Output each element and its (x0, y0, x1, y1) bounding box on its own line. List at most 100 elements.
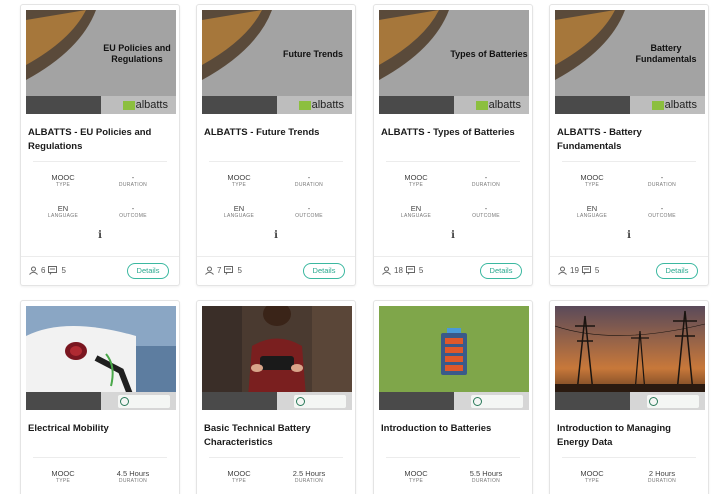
duration-meta: - DURATION (294, 173, 324, 188)
duration-meta: 4.5 Hours DURATION (116, 469, 150, 484)
thumbnail-overlay-title: Battery Fundamentals (635, 43, 697, 64)
course-card[interactable]: Basic Technical Battery Characteristics … (196, 300, 356, 494)
divider (386, 161, 520, 162)
card-stats: 6 5 (29, 266, 66, 275)
course-thumbnail[interactable] (26, 306, 176, 410)
type-meta: MOOC TYPE (51, 469, 75, 484)
thumbnail-overlay-title: EU Policies and Regulations (103, 43, 171, 64)
course-card[interactable]: Introduction to Managing Energy Data MOO… (549, 300, 709, 494)
albatts-logo: albatts (298, 99, 344, 111)
info-icon[interactable]: i (197, 230, 355, 241)
course-card[interactable]: Introduction to Batteries MOOC TYPE 5.5 H… (373, 300, 533, 494)
course-card[interactable]: Electrical Mobility MOOC TYPE 4.5 Hours DU… (20, 300, 180, 494)
course-title[interactable]: Basic Technical Battery Characteristics (204, 422, 349, 450)
details-button[interactable]: Details (127, 263, 169, 279)
energy-logo (647, 395, 699, 408)
card-stats: 18 5 (382, 266, 423, 275)
albatts-logo: albatts (122, 99, 168, 111)
divider (197, 256, 355, 257)
modules-count: 5 (237, 266, 242, 275)
modules-count: 5 (418, 266, 424, 275)
users-icon (382, 266, 391, 275)
energy-logo (294, 395, 346, 408)
users-icon (205, 266, 214, 275)
course-card[interactable]: Future Trends albatts ALBATTS - Future T… (196, 4, 356, 286)
duration-meta: 2 Hours DURATION (647, 469, 677, 484)
modules-icon (581, 266, 591, 275)
duration-meta: - DURATION (647, 173, 677, 188)
divider (562, 161, 696, 162)
course-thumbnail[interactable] (555, 306, 705, 410)
type-meta: MOOC TYPE (227, 469, 251, 484)
course-thumbnail[interactable]: Types of Batteries albatts (379, 10, 529, 114)
outcome-meta: - OUTCOME (295, 204, 323, 219)
users-count: 19 (570, 266, 579, 275)
modules-count: 5 (594, 266, 600, 275)
albatts-logo: albatts (475, 99, 521, 111)
course-title[interactable]: Electrical Mobility (28, 422, 173, 436)
course-thumbnail[interactable]: Future Trends albatts (202, 10, 352, 114)
course-card[interactable]: Types of Batteries albatts ALBATTS - Typ… (373, 4, 533, 286)
users-icon (29, 266, 38, 275)
type-meta: MOOC TYPE (404, 173, 428, 188)
modules-count: 5 (61, 266, 66, 275)
modules-icon (48, 266, 58, 275)
type-meta: MOOC TYPE (51, 173, 75, 188)
users-count: 6 (41, 266, 46, 275)
info-icon[interactable]: i (550, 230, 708, 241)
outcome-meta: - OUTCOME (472, 204, 500, 219)
card-stats: 19 5 (558, 266, 599, 275)
thumbnail-overlay-title: Future Trends (282, 49, 343, 59)
divider (562, 457, 696, 458)
divider (21, 256, 179, 257)
users-count: 7 (217, 266, 222, 275)
energy-logo (118, 395, 170, 408)
divider (386, 457, 520, 458)
duration-meta: 5.5 Hours DURATION (469, 469, 503, 484)
course-card[interactable]: Battery Fundamentals albatts ALBATTS - B… (549, 4, 709, 286)
course-title[interactable]: ALBATTS - Battery Fundamentals (557, 126, 702, 154)
language-meta: EN LANGUAGE (47, 204, 79, 219)
duration-meta: 2.5 Hours DURATION (292, 469, 326, 484)
info-icon[interactable]: i (21, 230, 179, 241)
duration-meta: - DURATION (118, 173, 148, 188)
modules-icon (405, 266, 415, 275)
details-button[interactable]: Details (303, 263, 345, 279)
course-title[interactable]: ALBATTS - Future Trends (204, 126, 349, 140)
course-thumbnail[interactable] (379, 306, 529, 410)
course-title[interactable]: Introduction to Managing Energy Data (557, 422, 702, 450)
course-grid: EU Policies and Regulations albatts ALBA… (20, 4, 710, 494)
course-card[interactable]: EU Policies and Regulations albatts ALBA… (20, 4, 180, 286)
users-count: 18 (394, 266, 403, 275)
albatts-logo: albatts (651, 99, 697, 111)
thumbnail-overlay-title: Types of Batteries (450, 49, 528, 59)
course-thumbnail[interactable] (202, 306, 352, 410)
details-button[interactable]: Details (656, 263, 698, 279)
type-meta: MOOC TYPE (227, 173, 251, 188)
divider (209, 457, 343, 458)
language-meta: EN LANGUAGE (223, 204, 255, 219)
duration-meta: - DURATION (471, 173, 501, 188)
course-thumbnail[interactable]: Battery Fundamentals albatts (555, 10, 705, 114)
outcome-meta: - OUTCOME (119, 204, 147, 219)
course-thumbnail[interactable]: EU Policies and Regulations albatts (26, 10, 176, 114)
divider (33, 161, 167, 162)
divider (209, 161, 343, 162)
course-title[interactable]: ALBATTS - Types of Batteries (381, 126, 526, 140)
type-meta: MOOC TYPE (580, 469, 604, 484)
course-title[interactable]: Introduction to Batteries (381, 422, 526, 436)
divider (374, 256, 532, 257)
energy-logo (471, 395, 523, 408)
modules-icon (224, 266, 234, 275)
course-title[interactable]: ALBATTS - EU Policies and Regulations (28, 126, 173, 154)
outcome-meta: - OUTCOME (648, 204, 676, 219)
details-button[interactable]: Details (480, 263, 522, 279)
users-icon (558, 266, 567, 275)
type-meta: MOOC TYPE (404, 469, 428, 484)
divider (33, 457, 167, 458)
card-stats: 7 5 (205, 266, 242, 275)
language-meta: EN LANGUAGE (400, 204, 432, 219)
language-meta: EN LANGUAGE (576, 204, 608, 219)
info-icon[interactable]: i (374, 230, 532, 241)
divider (550, 256, 708, 257)
